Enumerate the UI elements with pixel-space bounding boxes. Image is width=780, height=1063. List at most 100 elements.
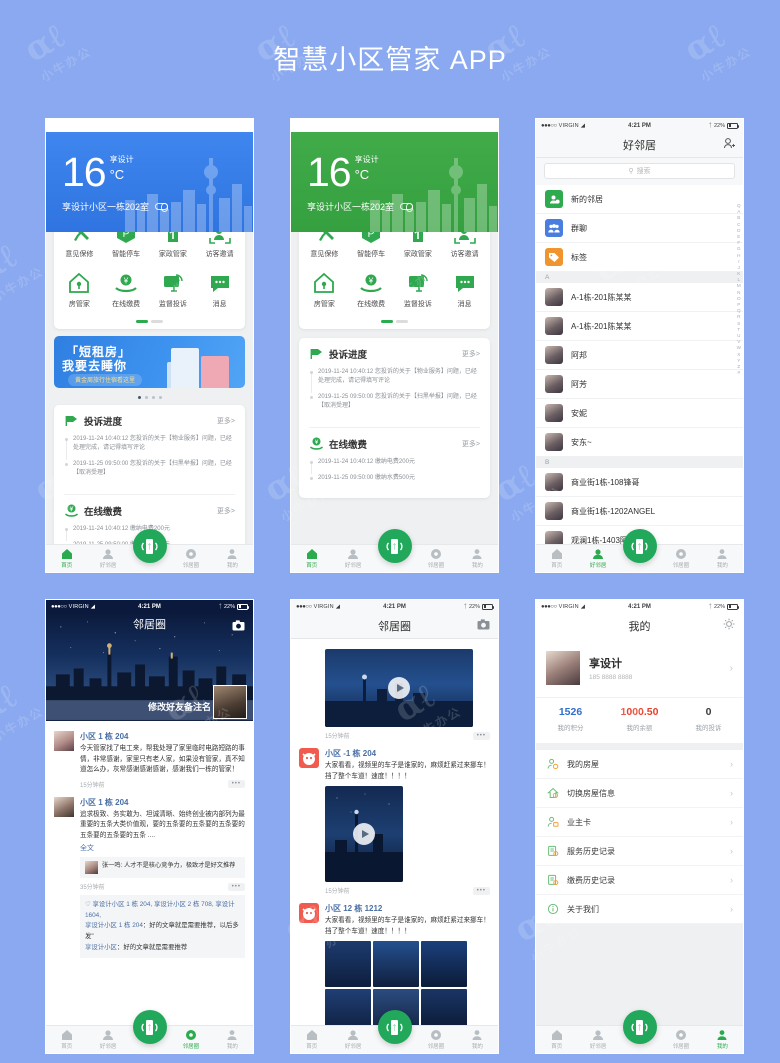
contact-row[interactable]: 商业街1栋-108锋哥 — [536, 468, 743, 497]
section-more-link[interactable]: 更多> — [462, 349, 480, 359]
camera-icon[interactable] — [232, 618, 245, 636]
alpha-index-letter[interactable]: O — [737, 296, 741, 301]
contact-row[interactable]: 阿芳 — [536, 370, 743, 399]
shortcut-new-neighbor[interactable]: 新的邻居 — [536, 185, 743, 214]
quick-action-message[interactable]: 消息 — [441, 266, 488, 316]
rename-friend-label[interactable]: 修改好友备注名 — [148, 700, 211, 713]
photo-thumb[interactable] — [421, 941, 467, 988]
tab-moments[interactable]: 邻居圈 — [415, 1028, 456, 1053]
quick-action-pay[interactable]: ¥ 在线缴费 — [103, 266, 150, 316]
section-more-link[interactable]: 更多> — [217, 506, 235, 516]
alpha-index-letter[interactable]: D — [737, 228, 740, 233]
quick-action-parking[interactable]: P 智能停车 — [348, 232, 395, 266]
menu-item-about-us[interactable]: 关于我们 › — [536, 895, 743, 924]
tab-neighbors[interactable]: 好邻居 — [577, 1028, 618, 1053]
alpha-index-letter[interactable]: S — [737, 321, 740, 326]
scan-device-button[interactable]: ᛏ — [622, 529, 657, 563]
contact-row[interactable]: 安妮 — [536, 399, 743, 428]
shortcut-tag[interactable]: 标签 — [536, 243, 743, 272]
tab-moments[interactable]: 邻居圈 — [170, 1028, 211, 1053]
contact-row[interactable]: 安东~ — [536, 428, 743, 457]
search-bar[interactable]: ⚲ 搜索 — [536, 158, 743, 185]
tab-neighbors[interactable]: 好邻居 — [332, 1028, 373, 1053]
post-author[interactable]: 小区 1 栋 204 — [80, 731, 245, 742]
alpha-index-letter[interactable]: X — [737, 352, 740, 357]
tab-mine[interactable]: 我的 — [702, 547, 743, 572]
address-row[interactable]: 享设计小区一栋202室 — [307, 200, 498, 213]
add-person-icon[interactable] — [723, 136, 735, 154]
tab-neighbors[interactable]: 好邻居 — [87, 1028, 128, 1053]
alphabet-index[interactable]: Q A B C D E F G H I J K L M N O P Q R S T U V W X Y Z # — [737, 203, 741, 375]
alpha-index-letter[interactable]: W — [737, 345, 741, 350]
menu-item-payment-history[interactable]: 缴费历史记录 › — [536, 866, 743, 895]
alpha-index-letter[interactable]: # — [738, 370, 741, 375]
alpha-index-letter[interactable]: V — [737, 339, 740, 344]
alpha-index-letter[interactable]: Z — [737, 364, 740, 369]
alpha-index-letter[interactable]: M — [737, 283, 741, 288]
post-author[interactable]: 小区 1 栋 204 — [80, 797, 245, 808]
tab-mine[interactable]: 我的 — [212, 547, 253, 572]
scan-device-button[interactable]: ᛏ — [132, 1010, 167, 1044]
tab-home[interactable]: 首页 — [536, 1028, 577, 1053]
moments-list[interactable]: 小区 1 栋 204 今天管家找了电工来，帮我处理了家里临时电路短路的事情，非常… — [46, 721, 253, 1053]
quick-action-parking[interactable]: P 智能停车 — [103, 232, 150, 266]
post[interactable]: 小区 1 栋 204 今天管家找了电工来，帮我处理了家里临时电路短路的事情，非常… — [46, 725, 253, 791]
post-video[interactable] — [325, 649, 473, 727]
tab-moments[interactable]: 邻居圈 — [170, 547, 211, 572]
post-actions-button[interactable]: ••• — [227, 882, 245, 891]
post-actions-button[interactable]: ••• — [227, 780, 245, 789]
alpha-index-letter[interactable]: Q — [737, 308, 741, 313]
post-actions-button[interactable]: ••• — [472, 731, 490, 740]
quick-action-pay[interactable]: ¥ 在线缴费 — [348, 266, 395, 316]
alpha-index-letter[interactable]: Q — [737, 203, 741, 208]
scan-device-button[interactable]: ᛏ — [132, 529, 167, 563]
tab-home[interactable]: 首页 — [291, 547, 332, 572]
menu-item-owner-card[interactable]: 业主卡 › — [536, 808, 743, 837]
moments-list[interactable]: 15分钟前 ••• 小区 -1 栋 204 大家看看，视频里的车子是谁家的，麻烦… — [291, 639, 498, 1053]
alpha-index-letter[interactable]: J — [738, 265, 740, 270]
scan-device-button[interactable]: ᛏ — [377, 529, 412, 563]
post[interactable]: 15分钟前 ••• — [291, 643, 498, 742]
stat-points[interactable]: 1526 我的积分 — [536, 706, 605, 732]
contact-row[interactable]: A-1栋-201陈某某 — [536, 312, 743, 341]
tab-mine[interactable]: 我的 — [702, 1028, 743, 1053]
tab-moments[interactable]: 邻居圈 — [660, 547, 701, 572]
complaint-row[interactable]: 2019-11-25 09:50:00 您投诉的关于【扫黑举报】问题，已经【取消… — [64, 460, 235, 486]
post-author[interactable]: 小区 12 栋 1212 — [325, 903, 490, 914]
alpha-index-letter[interactable]: B — [737, 215, 740, 220]
tab-home[interactable]: 首页 — [291, 1028, 332, 1053]
moments-cover[interactable]: 邻居圈 修改好友备注名 — [46, 613, 253, 721]
alpha-index-letter[interactable]: F — [737, 240, 740, 245]
payment-row[interactable]: 2019-11-24 10:40:12 缴纳电费200元 — [309, 458, 480, 475]
contact-row[interactable]: 商业街1栋-1202ANGEL — [536, 497, 743, 526]
quick-action-housekeeping[interactable]: 家政管家 — [395, 232, 442, 266]
play-icon[interactable] — [353, 823, 375, 846]
quick-action-wrench[interactable]: 意见保修 — [56, 232, 103, 266]
payment-row[interactable]: 2019-11-25 09:50:00 缴纳水费500元 — [309, 474, 480, 490]
quick-action-wrench[interactable]: 意见保修 — [301, 232, 348, 266]
quick-action-supervise[interactable]: 监督投诉 — [150, 266, 197, 316]
alpha-index-letter[interactable]: K — [737, 271, 740, 276]
section-more-link[interactable]: 更多> — [217, 416, 235, 426]
complaint-row[interactable]: 2019-11-24 10:40:12 您投诉的关于【物业服务】问题，已经处理完… — [309, 368, 480, 394]
complaint-row[interactable]: 2019-11-25 09:50:00 您投诉的关于【扫黑举报】问题，已经【取消… — [309, 393, 480, 419]
shortcut-group-chat[interactable]: 群聊 — [536, 214, 743, 243]
alpha-index-letter[interactable]: A — [737, 209, 740, 214]
quick-action-housekeeping[interactable]: 家政管家 — [150, 232, 197, 266]
alpha-index-letter[interactable]: E — [737, 234, 740, 239]
menu-item-switch-house[interactable]: 切换房屋信息 › — [536, 779, 743, 808]
section-more-link[interactable]: 更多> — [462, 439, 480, 449]
post[interactable]: 小区 -1 栋 204 大家看看，视频里的车子是谁家的，麻烦赶紧过来挪车！挡了整… — [291, 742, 498, 897]
alpha-index-letter[interactable]: U — [737, 333, 740, 338]
alpha-index-letter[interactable]: Y — [737, 358, 740, 363]
alpha-index-letter[interactable]: T — [737, 327, 740, 332]
photo-thumb[interactable] — [373, 941, 419, 988]
quick-action-housing[interactable]: 房管家 — [301, 266, 348, 316]
alpha-index-letter[interactable]: C — [737, 222, 740, 227]
post-video[interactable] — [325, 786, 403, 883]
banner-dots[interactable] — [46, 392, 253, 405]
alpha-index-letter[interactable]: H — [737, 253, 740, 258]
alpha-index-letter[interactable]: L — [738, 277, 741, 282]
post-actions-button[interactable]: ••• — [472, 886, 490, 895]
contact-row[interactable]: A-1栋-201陈某某 — [536, 283, 743, 312]
